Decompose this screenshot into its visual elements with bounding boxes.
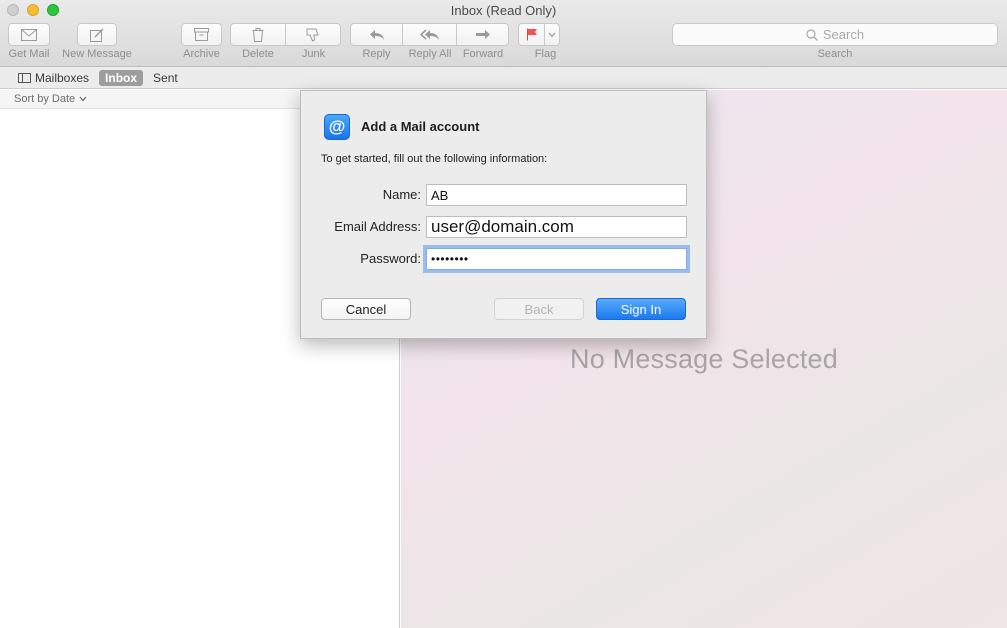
archive-box-icon: [194, 28, 209, 41]
password-field[interactable]: ••••••••: [426, 248, 687, 270]
get-mail-button[interactable]: [8, 23, 50, 46]
new-message-button[interactable]: [77, 23, 117, 46]
at-sign-icon: @: [324, 114, 350, 140]
junk-label: Junk: [301, 48, 326, 60]
reply-all-arrow-icon: [419, 28, 439, 40]
inbox-label: Inbox: [105, 70, 138, 85]
favorites-bar: Mailboxes Inbox Sent: [0, 67, 1007, 89]
thumbs-down-icon: [306, 28, 319, 42]
email-field[interactable]: user@domain.com: [426, 216, 687, 238]
dialog-subtitle: To get started, fill out the following i…: [321, 153, 548, 165]
sort-label: Sort by Date: [14, 93, 76, 105]
magnifier-icon: [806, 28, 818, 41]
trash-icon: [252, 27, 264, 42]
search-placeholder: Search: [822, 27, 865, 42]
flag-menu-button[interactable]: [545, 23, 560, 46]
window-toolbar: Inbox (Read Only) Get Mail New Message A…: [0, 0, 1007, 67]
junk-button[interactable]: [286, 23, 341, 46]
compose-icon: [90, 28, 104, 42]
envelope-icon: [21, 28, 37, 41]
window-title: Inbox (Read Only): [450, 3, 557, 18]
flag-segment: [518, 23, 560, 46]
chevron-down-icon: [79, 96, 87, 102]
chevron-down-icon: [548, 32, 556, 37]
forward-label: Forward: [462, 48, 504, 60]
forward-arrow-icon: [475, 29, 490, 39]
add-mail-account-dialog: @ Add a Mail account To get started, fil…: [300, 90, 707, 339]
favorite-inbox[interactable]: Inbox: [99, 69, 144, 86]
mailboxes-button[interactable]: Mailboxes: [14, 70, 93, 86]
reply-arrow-icon: [369, 29, 384, 40]
reply-button[interactable]: [350, 23, 403, 46]
back-button[interactable]: Back: [494, 298, 584, 320]
name-label: Name:: [382, 187, 421, 202]
reply-label: Reply: [362, 48, 391, 60]
reply-all-label: Reply All: [408, 48, 452, 60]
sent-label: Sent: [153, 70, 178, 85]
search-field[interactable]: Search: [672, 23, 998, 46]
flag-label: Flag: [534, 48, 557, 60]
archive-label: Archive: [183, 48, 220, 60]
email-label: Email Address:: [334, 219, 421, 234]
no-message-selected-text: No Message Selected: [570, 344, 838, 374]
dialog-title: Add a Mail account: [361, 119, 480, 134]
forward-button[interactable]: [457, 23, 509, 46]
reply-forward-segment: [350, 23, 509, 46]
get-mail-label: Get Mail: [8, 48, 50, 60]
delete-button[interactable]: [230, 23, 286, 46]
search-label: Search: [817, 48, 853, 60]
new-message-label: New Message: [62, 48, 132, 60]
flag-icon: [526, 28, 537, 41]
delete-junk-segment: [230, 23, 341, 46]
favorite-sent[interactable]: Sent: [149, 70, 182, 86]
password-label: Password:: [360, 251, 421, 266]
flag-button[interactable]: [518, 23, 545, 46]
name-field[interactable]: AB: [426, 184, 687, 206]
sidebar-icon: [18, 72, 31, 83]
mailboxes-label: Mailboxes: [35, 70, 90, 85]
reply-all-button[interactable]: [403, 23, 457, 46]
archive-button[interactable]: [181, 23, 222, 46]
delete-label: Delete: [242, 48, 274, 60]
sign-in-button[interactable]: Sign In: [596, 298, 686, 320]
cancel-button[interactable]: Cancel: [321, 298, 411, 320]
